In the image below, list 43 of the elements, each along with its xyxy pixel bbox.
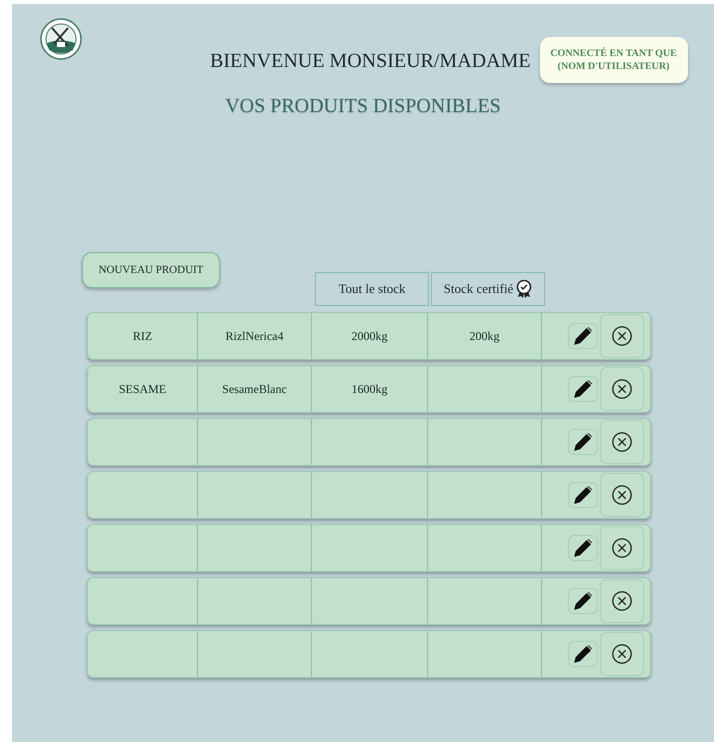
certificate-icon <box>516 280 532 298</box>
edit-button[interactable] <box>568 535 598 561</box>
table-cell: RizlNerica4 <box>226 328 284 344</box>
table-cell: 2000kg <box>352 328 388 344</box>
table-cell: 200kg <box>470 328 500 344</box>
new-product-button[interactable]: NOUVEAU PRODUIT <box>82 252 220 288</box>
pencil-icon <box>572 590 594 612</box>
pencil-icon <box>572 431 594 453</box>
close-icon <box>611 590 633 612</box>
edit-button[interactable] <box>568 482 598 508</box>
edit-button[interactable] <box>568 588 598 614</box>
close-icon <box>611 431 633 453</box>
pencil-icon <box>572 378 594 400</box>
edit-button[interactable] <box>568 429 598 455</box>
table-cell: SESAME <box>118 382 166 396</box>
edit-button[interactable] <box>568 323 598 349</box>
column-header: Tout le stock <box>338 281 406 297</box>
close-icon <box>611 378 633 400</box>
pencil-icon <box>572 643 594 665</box>
table-cell: SesameBlanc <box>222 382 287 396</box>
edit-button[interactable] <box>568 641 598 667</box>
delete-button[interactable] <box>600 367 644 411</box>
close-icon <box>611 484 633 506</box>
delete-button[interactable] <box>600 420 644 464</box>
pencil-icon <box>572 484 594 506</box>
close-icon <box>611 537 633 559</box>
column-header: Stock certifié <box>444 281 514 297</box>
delete-button[interactable] <box>600 473 644 517</box>
pencil-icon <box>572 325 594 347</box>
welcome-title: BIENVENUE MONSIEUR/MADAME <box>210 50 531 73</box>
table-cell: RIZ <box>132 328 152 344</box>
delete-button[interactable] <box>600 314 644 358</box>
close-icon <box>611 325 633 347</box>
table-cell: 1600kg <box>352 382 388 396</box>
delete-button[interactable] <box>600 526 644 570</box>
user-badge: CONNECTÉ EN TANT QUE (NOM D'UTILISATEUR) <box>540 37 688 83</box>
edit-button[interactable] <box>568 376 598 402</box>
logo-icon <box>40 18 82 60</box>
delete-button[interactable] <box>600 579 644 623</box>
page-subtitle: VOS PRODUITS DISPONIBLES <box>224 95 502 118</box>
pencil-icon <box>572 537 594 559</box>
close-icon <box>611 643 633 665</box>
delete-button[interactable] <box>600 632 644 676</box>
